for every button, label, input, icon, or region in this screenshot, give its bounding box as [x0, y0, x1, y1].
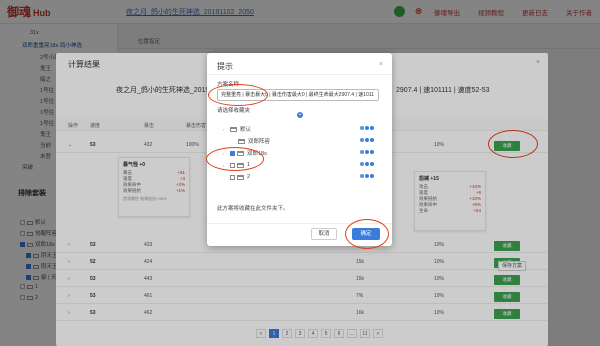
chevron-right-icon[interactable]: › [223, 127, 228, 132]
folder-icon [237, 174, 244, 180]
node-tools [359, 138, 374, 142]
delete-icon[interactable] [370, 162, 374, 166]
dialog-title: 提示 [217, 62, 233, 71]
folder-icon [238, 138, 245, 144]
delete-icon[interactable] [370, 174, 374, 178]
folder-label: 请选择收藏夹 [217, 108, 251, 114]
add-icon[interactable] [365, 150, 369, 154]
add-folder-icon[interactable]: + [297, 112, 303, 118]
annotation-ring [345, 219, 389, 249]
checkbox[interactable] [230, 174, 235, 180]
tree-node-label: 双郎阵容 [248, 139, 271, 145]
add-icon[interactable] [365, 162, 369, 166]
close-icon[interactable]: × [379, 61, 383, 68]
delete-icon[interactable] [370, 126, 374, 130]
node-tools [359, 174, 374, 178]
annotation-ring [206, 147, 264, 171]
save-location-hint: 此方案将收藏在此文件夹下。 [217, 206, 289, 212]
tree-node[interactable]: › 默认 [223, 124, 378, 134]
tree-node[interactable]: 双郎阵容 [231, 136, 378, 146]
delete-icon[interactable] [370, 150, 374, 154]
edit-icon[interactable] [360, 150, 364, 154]
edit-icon[interactable] [360, 138, 364, 142]
cancel-button[interactable]: 取消 [311, 228, 337, 240]
delete-icon[interactable] [370, 138, 374, 142]
divider [207, 74, 392, 75]
tree-node-label: 2 [247, 174, 251, 180]
edit-icon[interactable] [360, 162, 364, 166]
add-icon[interactable] [365, 174, 369, 178]
tree-node[interactable]: 2 [223, 172, 378, 182]
edit-icon[interactable] [360, 174, 364, 178]
annotation-ring [208, 84, 268, 106]
add-icon[interactable] [365, 138, 369, 142]
node-tools [359, 162, 374, 166]
node-tools [359, 150, 374, 154]
node-tools [359, 126, 374, 130]
tree-node-label: 默认 [240, 127, 252, 133]
add-icon[interactable] [365, 126, 369, 130]
folder-icon [230, 126, 237, 132]
edit-icon[interactable] [360, 126, 364, 130]
